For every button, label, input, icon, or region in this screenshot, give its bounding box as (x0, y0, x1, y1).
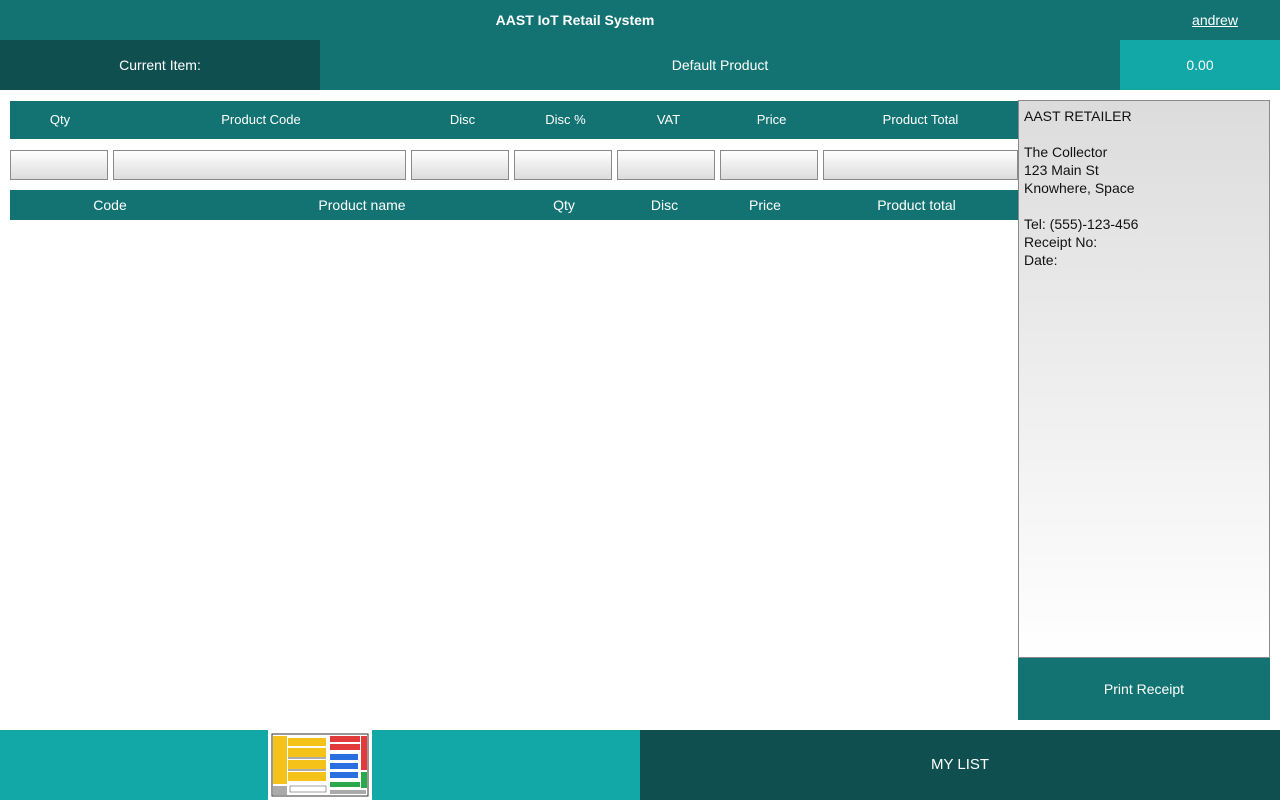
header-disc: Disc (449, 112, 476, 127)
receipt-telephone: Tel: (555)-123-456 (1024, 216, 1139, 232)
top-bar: AAST IoT Retail System andrew (0, 0, 1280, 40)
store-map-svg (268, 730, 372, 800)
header-product-name: Product name (318, 197, 406, 213)
receipt-address-line-3: Knowhere, Space (1024, 180, 1135, 196)
header-code: Code (93, 197, 127, 213)
price-input[interactable] (720, 150, 818, 180)
header-items-price: Price (749, 197, 781, 213)
product-code-input[interactable] (113, 150, 406, 180)
header-price: Price (756, 112, 787, 127)
vat-input[interactable] (617, 150, 715, 180)
header-disc-percent: Disc % (545, 112, 586, 127)
header-qty: Qty (49, 112, 71, 127)
current-item-price: 0.00 (1120, 40, 1280, 90)
header-items-product-total: Product total (877, 197, 956, 213)
header-items-disc: Disc (650, 197, 679, 213)
header-product-total: Product Total (882, 112, 959, 127)
receipt-number: Receipt No: (1024, 234, 1098, 250)
store-map-icon[interactable] (268, 730, 372, 800)
header-items-qty: Qty (553, 197, 575, 213)
current-item-name: Default Product (320, 40, 1120, 90)
items-table-header: Code Product name Qty Disc Price Product… (10, 190, 1018, 220)
qty-input[interactable] (10, 150, 108, 180)
disc-input[interactable] (411, 150, 509, 180)
print-receipt-button[interactable]: Print Receipt (1018, 658, 1270, 720)
user-link[interactable]: andrew (1150, 0, 1280, 40)
disc-percent-input[interactable] (514, 150, 612, 180)
current-item-label: Current Item: (0, 40, 320, 90)
receipt-store-name: AAST RETAILER (1024, 108, 1132, 124)
receipt-panel: AAST RETAILER The Collector 123 Main St … (1018, 100, 1270, 658)
receipt-address-line-1: The Collector (1024, 144, 1108, 160)
my-list-button[interactable]: MY LIST (640, 730, 1280, 800)
product-total-input[interactable] (823, 150, 1018, 180)
app-title: AAST IoT Retail System (495, 12, 655, 28)
receipt-address-line-2: 123 Main St (1024, 162, 1099, 178)
current-item-bar: Current Item: Default Product 0.00 (0, 40, 1280, 90)
entry-table-header: Qty Product Code Disc Disc % VAT Price P… (10, 101, 1018, 139)
header-vat: VAT (656, 112, 681, 127)
receipt-date: Date: (1024, 252, 1058, 268)
header-product-code: Product Code (221, 112, 301, 127)
